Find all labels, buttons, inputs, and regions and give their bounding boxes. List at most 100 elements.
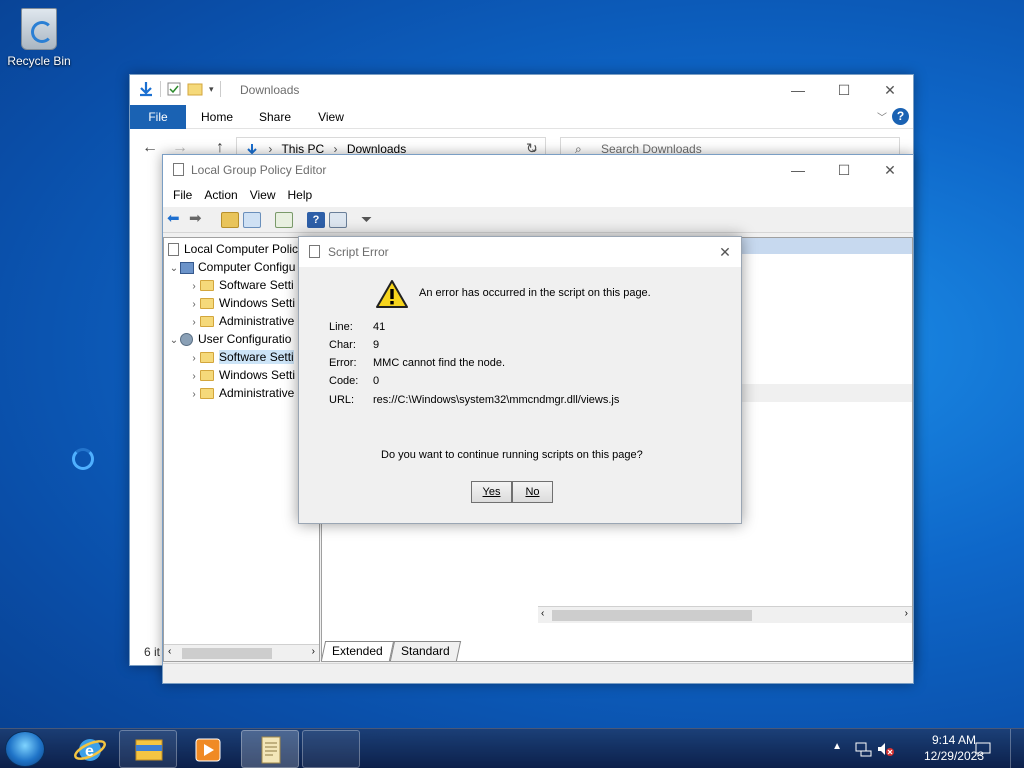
no-button[interactable]: No	[512, 481, 553, 503]
minimize-button[interactable]: —	[775, 75, 821, 105]
continue-question: Do you want to continue running scripts …	[381, 449, 643, 461]
ribbon-tab-home[interactable]: Home	[192, 105, 242, 129]
help-toolbar-icon[interactable]: ?	[307, 212, 325, 228]
ribbon-tab-file[interactable]: File	[130, 105, 186, 129]
gpedit-minimize-button[interactable]: —	[775, 155, 821, 185]
yes-button[interactable]: Yes	[471, 481, 512, 503]
taskbar-gpedit[interactable]	[241, 730, 299, 768]
svg-text:e: e	[85, 743, 94, 760]
dialog-close-button[interactable]: ✕	[709, 237, 741, 267]
warning-icon	[376, 280, 408, 308]
volume-muted-icon[interactable]	[876, 741, 894, 757]
dialog-title: Script Error	[328, 245, 389, 259]
tree-item-user-configuration[interactable]: ⌄ User Configuratio	[168, 330, 291, 348]
dialog-titlebar[interactable]: Script Error ✕	[299, 237, 741, 267]
scroll-right-icon[interactable]: ›	[905, 608, 908, 619]
field-error-value: MMC cannot find the node.	[373, 357, 506, 369]
show-hidden-icons-icon[interactable]: ▲	[832, 741, 842, 752]
tree-item-label: Windows Setti	[219, 296, 296, 310]
explorer-titlebar[interactable]: ▾ Downloads — ☐ ✕	[130, 75, 913, 105]
show-desktop-button[interactable]	[1010, 729, 1024, 768]
taskbar-media-player[interactable]	[178, 730, 236, 768]
chevron-right-icon[interactable]: ›	[188, 386, 200, 404]
ribbon-tab-view[interactable]: View	[306, 105, 356, 129]
up-one-level-icon[interactable]	[221, 212, 239, 228]
recycle-bin-label: Recycle Bin	[7, 54, 71, 68]
action-center-icon[interactable]	[974, 741, 992, 757]
start-button[interactable]	[5, 731, 45, 767]
tree-item-computer-configuration[interactable]: ⌄ Computer Configu	[168, 258, 296, 278]
policy-scroll-icon	[261, 736, 281, 764]
tree-item-label: Computer Configu	[198, 260, 296, 274]
gpedit-maximize-button[interactable]: ☐	[821, 155, 867, 185]
internet-explorer-icon: e	[74, 739, 106, 761]
export-list-icon[interactable]	[275, 212, 293, 228]
tree-item-local-computer-policy[interactable]: Local Computer Polic	[168, 240, 298, 258]
back-arrow-icon[interactable]: ←	[142, 139, 158, 157]
field-error-key: Error:	[329, 357, 357, 369]
details-scroll-thumb[interactable]	[552, 610, 752, 621]
new-folder-icon[interactable]	[187, 82, 203, 96]
ribbon-collapse-icon[interactable]: ﹀	[877, 109, 887, 124]
extended-view-icon[interactable]	[329, 212, 347, 228]
menu-file[interactable]: File	[167, 185, 198, 207]
taskbar-script-error[interactable]	[302, 730, 360, 768]
maximize-button[interactable]: ☐	[821, 75, 867, 105]
view-tabs: Extended Standard	[320, 641, 461, 661]
folder-icon	[200, 298, 214, 310]
back-icon[interactable]: ⬅	[167, 211, 185, 228]
forward-icon[interactable]: ➡	[189, 211, 207, 228]
details-horizontal-scrollbar[interactable]: ‹ ›	[538, 606, 912, 623]
tree-item-label: Administrative	[219, 386, 295, 400]
tree-item-admin-templates-user[interactable]: › Administrative	[188, 384, 294, 402]
tree-item-label: Software Setti	[219, 278, 294, 292]
recycle-bin-desktop-icon[interactable]: Recycle Bin	[6, 8, 72, 68]
gpedit-status-bar	[163, 663, 913, 683]
network-icon[interactable]	[854, 741, 872, 757]
chevron-down-icon[interactable]: ⌄	[168, 332, 180, 350]
tree-item-windows-settings-computer[interactable]: › Windows Setti	[188, 294, 295, 312]
close-button[interactable]: ✕	[867, 75, 913, 105]
chevron-down-icon[interactable]: ⌄	[168, 260, 180, 278]
gpedit-title: Local Group Policy Editor	[191, 163, 327, 177]
field-url-key: URL:	[329, 394, 355, 406]
folder-icon	[200, 316, 214, 328]
error-message: An error has occurred in the script on t…	[419, 287, 651, 299]
tree-scroll-thumb[interactable]	[182, 648, 272, 659]
ribbon-tab-share[interactable]: Share	[250, 105, 300, 129]
users-icon	[180, 333, 193, 347]
gpedit-toolbar: ⬅ ➡ ? ⏷	[163, 207, 913, 233]
field-code-value: 0	[373, 375, 380, 387]
field-char-key: Char:	[329, 339, 356, 351]
scroll-left-icon[interactable]: ‹	[541, 608, 544, 619]
folder-icon	[200, 370, 214, 382]
media-player-icon	[195, 738, 221, 762]
tree-horizontal-scrollbar[interactable]: ‹ ›	[164, 644, 319, 661]
help-icon[interactable]: ?	[892, 108, 909, 125]
filter-icon[interactable]: ⏷	[361, 212, 379, 228]
tree-item-label: Software Setti	[219, 350, 294, 364]
policy-document-icon	[168, 243, 179, 257]
tree-item-admin-templates-computer[interactable]: › Administrative	[188, 312, 294, 330]
tab-extended[interactable]: Extended	[320, 641, 394, 661]
menu-help[interactable]: Help	[282, 185, 319, 207]
tree-item-software-settings-user[interactable]: › Software Setti	[188, 348, 294, 366]
tree-item-label: User Configuratio	[198, 332, 292, 346]
taskbar: e ▲ 9:14 AM 12/29/2023	[0, 728, 1024, 768]
gpedit-titlebar[interactable]: Local Group Policy Editor — ☐ ✕	[163, 155, 913, 185]
field-code-key: Code:	[329, 375, 359, 387]
menu-action[interactable]: Action	[198, 185, 243, 207]
gpedit-close-button[interactable]: ✕	[867, 155, 913, 185]
taskbar-internet-explorer[interactable]: e	[60, 730, 118, 768]
scroll-left-icon[interactable]: ‹	[168, 646, 171, 657]
taskbar-file-explorer[interactable]	[119, 730, 177, 768]
menu-view[interactable]: View	[244, 185, 282, 207]
properties-icon[interactable]	[167, 82, 181, 96]
show-hide-tree-icon[interactable]	[243, 212, 261, 228]
scroll-right-icon[interactable]: ›	[312, 646, 315, 657]
qat-dropdown-icon[interactable]: ▾	[209, 84, 214, 95]
tab-standard[interactable]: Standard	[389, 641, 461, 661]
tree-item-windows-settings-user[interactable]: › Windows Setti	[188, 366, 295, 384]
download-arrow-icon	[140, 82, 152, 97]
tree-item-software-settings-computer[interactable]: › Software Setti	[188, 276, 294, 294]
